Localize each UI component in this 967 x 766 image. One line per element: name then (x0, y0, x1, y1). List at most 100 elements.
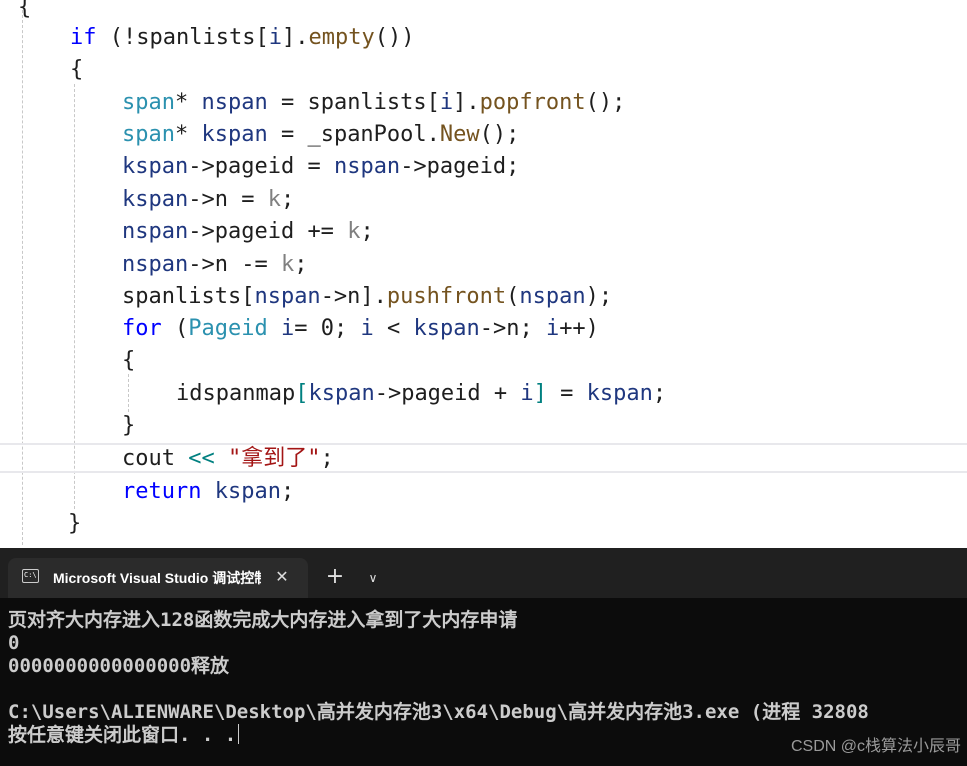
code-token: ->n -= (188, 252, 281, 277)
code-editor[interactable]: {if (!spanlists[i].empty()){span* nspan … (0, 0, 967, 548)
code-token: nspan (254, 284, 321, 309)
tab-dropdown-button[interactable]: ∨ (362, 567, 384, 589)
code-token: k (267, 187, 281, 212)
code-token: = (546, 381, 587, 406)
code-token: spanlists (136, 25, 256, 50)
code-token: nspan (519, 284, 586, 309)
code-token: if (70, 25, 97, 50)
code-line: { (18, 0, 31, 24)
code-token: span (122, 122, 175, 147)
code-token: kspan (214, 479, 281, 504)
code-token: i (360, 316, 374, 341)
code-token: (); (479, 122, 520, 147)
code-token: ); (585, 284, 613, 309)
terminal-window[interactable]: C:\ Microsoft Visual Studio 调试控制台 ✕ + ∨ … (0, 548, 967, 766)
new-tab-button[interactable]: + (323, 566, 347, 590)
output-line: 0000000000000000释放 (8, 655, 230, 677)
code-token: = _spanPool. (267, 122, 440, 147)
code-line: idspanmap[kspan->pageid + i] = kspan; (176, 378, 666, 410)
code-token: nspan (122, 219, 189, 244)
code-token: ->pageid += (188, 219, 348, 244)
code-line: } (68, 508, 81, 540)
code-token: -> (188, 154, 215, 179)
code-token: nspan (333, 154, 401, 179)
code-token: ->pageid; (400, 154, 520, 179)
code-token: ; (280, 187, 295, 212)
code-token: nspan (122, 252, 189, 277)
terminal-tab[interactable]: C:\ Microsoft Visual Studio 调试控制台 ✕ (8, 558, 308, 598)
code-token: ; (652, 381, 667, 406)
code-token: { (70, 57, 84, 82)
code-token: (! (96, 25, 137, 50)
code-token: kspan (413, 316, 480, 341)
code-token: ; (360, 219, 374, 244)
indent-guide (128, 374, 129, 412)
code-line: cout << "拿到了"; (122, 443, 334, 475)
code-line: nspan->n -= k; (122, 249, 307, 281)
code-token: New (439, 122, 480, 147)
code-token: (); (585, 90, 626, 115)
code-token: << (188, 446, 215, 471)
code-token: cout (122, 446, 189, 471)
code-token: k (347, 219, 361, 244)
code-token: ]. (281, 25, 309, 50)
code-token: i (520, 381, 534, 406)
output-prompt-line: 按任意键关闭此窗口. . . (8, 724, 240, 747)
output-line: 页对齐大内存进入128函数完成大内存进入拿到了大内存申请 (8, 609, 518, 631)
code-token: kspan (308, 381, 375, 406)
code-token: pageid = (214, 154, 334, 179)
code-token: kspan (122, 154, 189, 179)
code-token: * (174, 90, 202, 115)
code-token: * (174, 122, 202, 147)
code-token: i (280, 316, 295, 341)
code-token: ->pageid + (374, 381, 521, 406)
code-token: "拿到了" (227, 446, 321, 471)
code-line: kspan->pageid = nspan->pageid; (122, 151, 519, 183)
code-token: ( (506, 284, 520, 309)
code-token: [ (255, 25, 269, 50)
code-token: ->n]. (320, 284, 387, 309)
code-token: kspan (201, 122, 268, 147)
code-token: { (18, 0, 32, 20)
code-token: ; (294, 252, 308, 277)
code-token: pushfront (386, 284, 507, 309)
code-token: } (122, 413, 136, 438)
code-token: i (268, 25, 282, 50)
code-token: [ (295, 381, 309, 406)
code-token: empty (308, 25, 375, 50)
prompt-text: 按任意键关闭此窗口. . . (8, 724, 237, 746)
code-token: return (122, 479, 202, 504)
code-token: popfront (479, 90, 586, 115)
code-line: } (122, 410, 135, 442)
code-token: < (373, 316, 414, 341)
code-line: { (122, 345, 135, 377)
code-line: return kspan; (122, 476, 294, 508)
code-token: ; (320, 446, 334, 471)
close-tab-button[interactable]: ✕ (272, 567, 292, 587)
code-token: kspan (586, 381, 653, 406)
watermark: CSDN @c栈算法小辰哥 (790, 738, 961, 755)
console-icon: C:\ (22, 569, 39, 583)
code-line: kspan->n = k; (122, 184, 294, 216)
code-token: = spanlists[ (267, 90, 440, 115)
code-token: = 0; (294, 316, 361, 341)
code-line: { (70, 54, 83, 86)
code-line: if (!spanlists[i].empty()) (70, 22, 414, 54)
code-token: idspanmap (176, 381, 296, 406)
code-token: kspan (122, 187, 189, 212)
tab-title: Microsoft Visual Studio 调试控制台 (53, 570, 261, 586)
code-token: i (545, 316, 560, 341)
terminal-tab-bar: C:\ Microsoft Visual Studio 调试控制台 ✕ + ∨ (0, 548, 967, 598)
output-line: C:\Users\ALIENWARE\Desktop\高并发内存池3\x64\D… (8, 701, 869, 723)
code-line: nspan->pageid += k; (122, 216, 374, 248)
code-token: k (280, 252, 295, 277)
code-line: spanlists[nspan->n].pushfront(nspan); (122, 281, 612, 313)
code-line: for (Pageid i= 0; i < kspan->n; i++) (122, 313, 599, 345)
code-token: ] (533, 381, 547, 406)
code-token: ->n; (479, 316, 546, 341)
code-token: ()) (374, 25, 415, 50)
code-token: ++) (559, 316, 599, 341)
code-token: } (68, 511, 82, 536)
